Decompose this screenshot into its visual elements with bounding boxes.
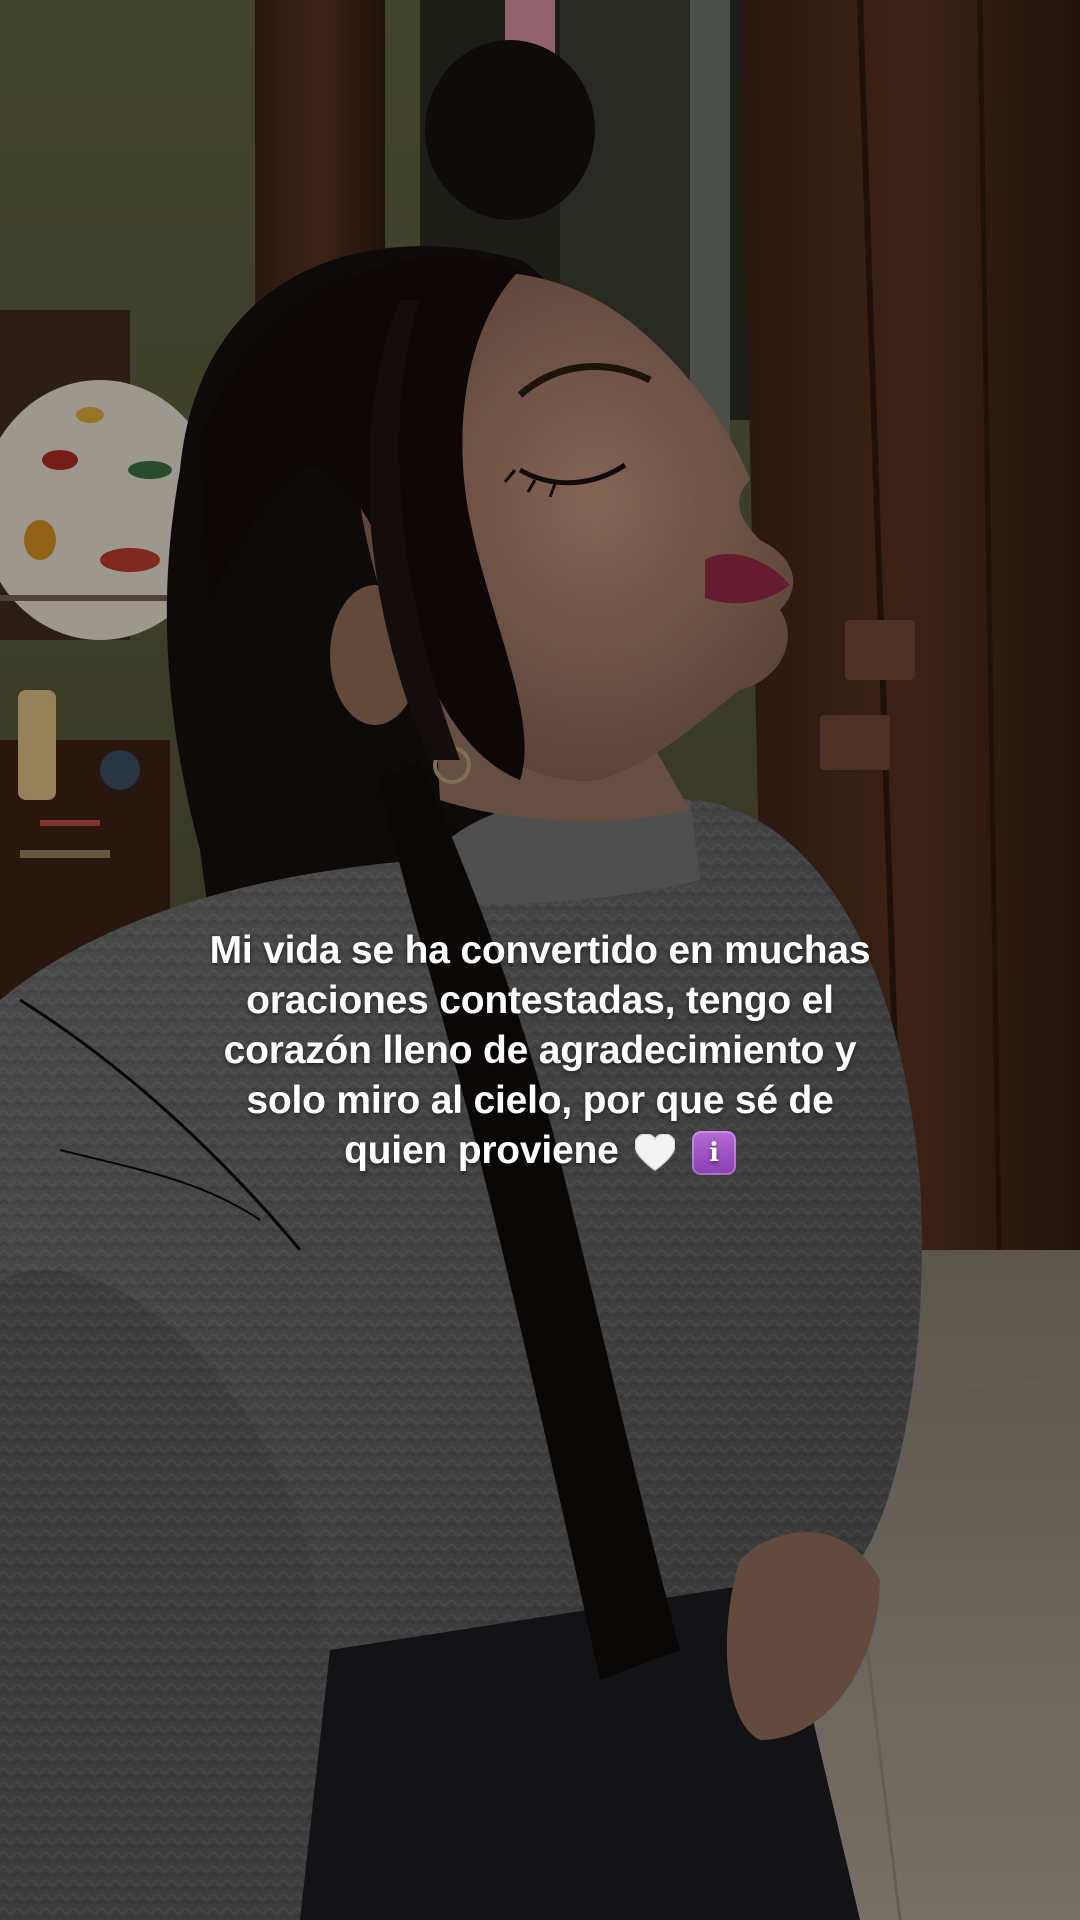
caption-line: corazón lleno de agradecimiento y — [223, 1029, 857, 1072]
caption-line: solo miro al cielo, por que sé de — [246, 1079, 834, 1122]
caption-line: oraciones contestadas, tengo el — [246, 979, 834, 1022]
caption-line: Mi vida se ha convertido en muchas — [209, 929, 871, 972]
caption-line-last: quien proviene i — [160, 1126, 920, 1176]
white-heart-icon — [634, 1132, 677, 1172]
caption-line: quien proviene — [344, 1129, 619, 1172]
info-icon: i — [691, 1130, 736, 1175]
caption-text: Mi vida se ha convertido en muchas oraci… — [160, 926, 920, 1176]
